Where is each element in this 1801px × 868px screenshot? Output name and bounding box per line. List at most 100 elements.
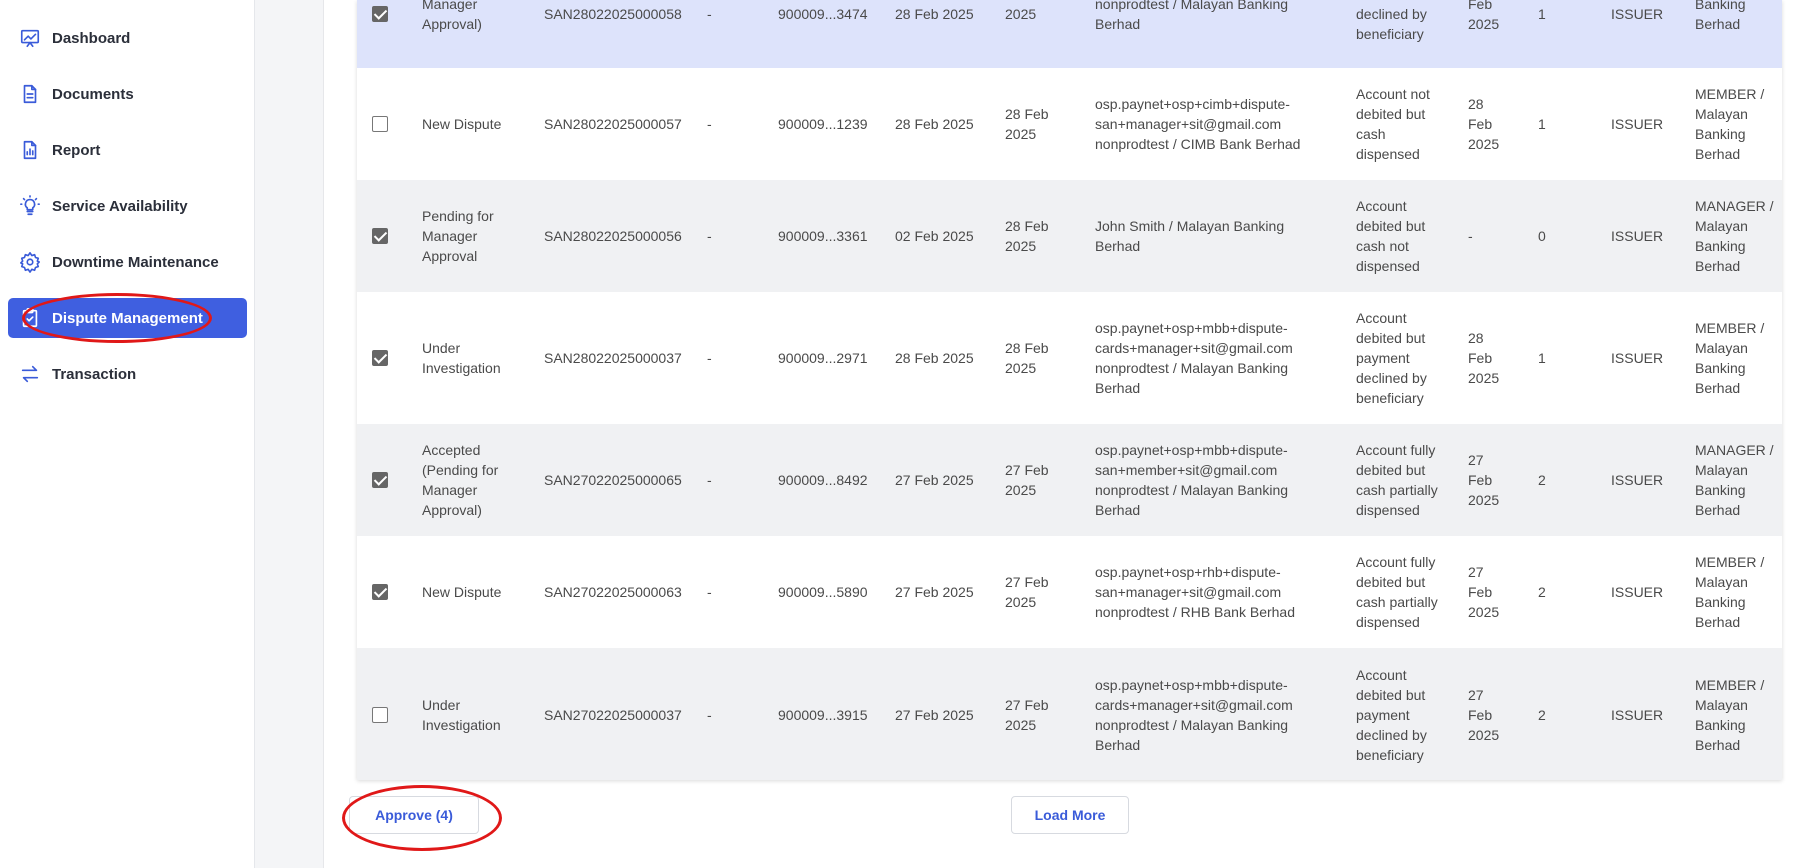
dispute-table: Manager Approval) SAN28022025000058 - 90000… <box>357 0 1782 780</box>
sidebar-item-transaction[interactable]: Transaction <box>8 354 247 394</box>
row-checkbox[interactable] <box>372 6 388 22</box>
cell-dash: - <box>707 424 727 536</box>
cell-text: 2 <box>1538 584 1546 600</box>
cell-user: osp.paynet+osp+rhb+dispute- san+manager+… <box>1095 536 1325 648</box>
cell-text: - <box>707 707 712 723</box>
cell-text: 27 Feb 2025 <box>1468 564 1500 620</box>
cell-date1: 28 Feb 2025 <box>895 68 985 180</box>
table-row[interactable]: Under Investigation SAN27022025000037 - 900… <box>357 648 1782 780</box>
cell-date3: 28 Feb 2025 <box>1468 292 1518 424</box>
cell-text: Account debited but payment declined by … <box>1356 310 1427 406</box>
cell-text: 27 Feb 2025 <box>1005 574 1049 610</box>
cell-date1: 28 Feb 2025 <box>895 0 985 68</box>
cell-text: 900009...3361 <box>778 228 868 244</box>
cell-reason: Account not debited but cash dispensed <box>1356 68 1456 180</box>
document-icon <box>8 74 52 114</box>
cell-status: New Dispute <box>422 536 532 648</box>
cell-text: 1 <box>1538 116 1546 132</box>
approve-button[interactable]: Approve (4) <box>349 796 479 834</box>
table-row[interactable]: Manager Approval) SAN28022025000058 - 90000… <box>357 0 1782 68</box>
row-checkbox[interactable] <box>372 350 388 366</box>
cell-text: MEMBER / Malayan Banking Berhad <box>1695 320 1765 396</box>
cell-text: Pending for Manager Approval <box>422 208 494 264</box>
cell-text: ISSUER <box>1611 116 1664 132</box>
clipboard-icon <box>8 298 52 338</box>
load-more-button[interactable]: Load More <box>1011 796 1129 834</box>
cell-text: SAN28022025000056 <box>544 228 682 244</box>
cell-text: MEMBER / Malayan Banking Berhad <box>1695 677 1765 753</box>
cell-text: SAN28022025000057 <box>544 116 682 132</box>
cell-text: 28 Feb 2025 <box>895 350 974 366</box>
sidebar-item-dispute-management[interactable]: Dispute Management <box>8 298 247 338</box>
row-checkbox[interactable] <box>372 584 388 600</box>
cell-dash: - <box>707 536 727 648</box>
cell-date2: 28 Feb 2025 <box>1005 292 1075 424</box>
cell-text: MANAGER / Malayan Banking Berhad <box>1695 442 1774 518</box>
table-row[interactable]: New Dispute SAN28022025000057 - 900009...12… <box>357 68 1782 180</box>
sidebar-item-report[interactable]: Report <box>8 130 247 170</box>
cell-reason: Account debited but payment declined by … <box>1356 648 1456 780</box>
cell-role: ISSUER <box>1611 648 1671 780</box>
cell-member: MANAGER / Malayan Banking Berhad <box>1695 424 1782 536</box>
cell-dash: - <box>707 180 727 292</box>
cell-text: SAN27022025000065 <box>544 472 682 488</box>
cell-ref: SAN27022025000037 <box>544 648 694 780</box>
cell-text: 2 <box>1538 707 1546 723</box>
cell-account: 900009...8492 <box>778 424 878 536</box>
cell-status: Under Investigation <box>422 292 532 424</box>
sidebar-item-service-availability[interactable]: Service Availability <box>8 186 247 226</box>
row-checkbox[interactable] <box>372 116 388 132</box>
sidebar-item-label: Transaction <box>52 365 137 383</box>
sidebar-item-downtime-maintenance[interactable]: Downtime Maintenance <box>8 242 247 282</box>
cell-count: 1 <box>1538 68 1568 180</box>
cell-account: 900009...1239 <box>778 68 878 180</box>
cell-text: 900009...3915 <box>778 707 868 723</box>
sidebar-item-label: Service Availability <box>52 197 188 215</box>
cell-text: 27 Feb 2025 <box>895 584 974 600</box>
cell-count: 2 <box>1538 536 1568 648</box>
cell-text: 2025 <box>1005 6 1037 22</box>
table-row[interactable]: Accepted (Pending for Manager Approval) S… <box>357 424 1782 536</box>
row-checkbox[interactable] <box>372 228 388 244</box>
cell-date2: 27 Feb 2025 <box>1005 424 1075 536</box>
cell-text: MANAGER / Malayan Banking Berhad <box>1695 198 1774 274</box>
sidebar-item-documents[interactable]: Documents <box>8 74 247 114</box>
cell-text: SAN28022025000037 <box>544 350 682 366</box>
cell-reason: Account fully debited but cash partially… <box>1356 536 1456 648</box>
cell-text: 2 <box>1538 472 1546 488</box>
cell-text: osp.paynet+osp+mbb+dispute- cards+manage… <box>1095 320 1293 396</box>
cell-count: 2 <box>1538 424 1568 536</box>
row-checkbox[interactable] <box>372 707 388 723</box>
cell-text: Account fully debited but cash partially… <box>1356 442 1438 518</box>
table-row[interactable]: Pending for Manager Approval SAN280220250… <box>357 180 1782 292</box>
cell-text: Under Investigation <box>422 697 501 733</box>
cell-text: Account debited but payment declined by … <box>1356 667 1427 763</box>
lightbulb-icon <box>8 186 52 226</box>
cell-date2: 27 Feb 2025 <box>1005 648 1075 780</box>
sidebar-item-dashboard[interactable]: Dashboard <box>8 18 247 58</box>
cell-account: 900009...3361 <box>778 180 878 292</box>
table-row[interactable]: Under Investigation SAN28022025000037 - 900… <box>357 292 1782 424</box>
row-checkbox[interactable] <box>372 472 388 488</box>
cell-text: - <box>707 350 712 366</box>
cell-text: osp.paynet+osp+rhb+dispute- san+manager+… <box>1095 564 1296 620</box>
cell-text: ISSUER <box>1611 584 1664 600</box>
main-panel: Manager Approval) SAN28022025000058 - 90000… <box>324 0 1801 868</box>
sidebar-item-label: Documents <box>52 85 134 103</box>
cell-text: Feb 2025 <box>1468 0 1500 32</box>
cell-status: Pending for Manager Approval <box>422 180 532 292</box>
cell-text: - <box>707 472 712 488</box>
cell-account: 900009...3915 <box>778 648 878 780</box>
sidebar: Dashboard Documents Report Service Avail… <box>0 0 255 868</box>
cell-text: 28 Feb 2025 <box>1005 218 1049 254</box>
table-row[interactable]: New Dispute SAN27022025000063 - 900009...58… <box>357 536 1782 648</box>
cell-text: 28 Feb 2025 <box>895 6 974 22</box>
cell-ref: SAN27022025000063 <box>544 536 694 648</box>
cell-text: nonprodtest / Malayan Banking Berhad <box>1095 0 1289 32</box>
cell-member: MEMBER / Malayan Banking Berhad <box>1695 648 1782 780</box>
cell-text: Under Investigation <box>422 340 501 376</box>
cell-role: ISSUER <box>1611 180 1671 292</box>
cell-text: SAN27022025000037 <box>544 707 682 723</box>
cell-member: MANAGER / Malayan Banking Berhad <box>1695 180 1782 292</box>
cell-text: - <box>707 6 712 22</box>
